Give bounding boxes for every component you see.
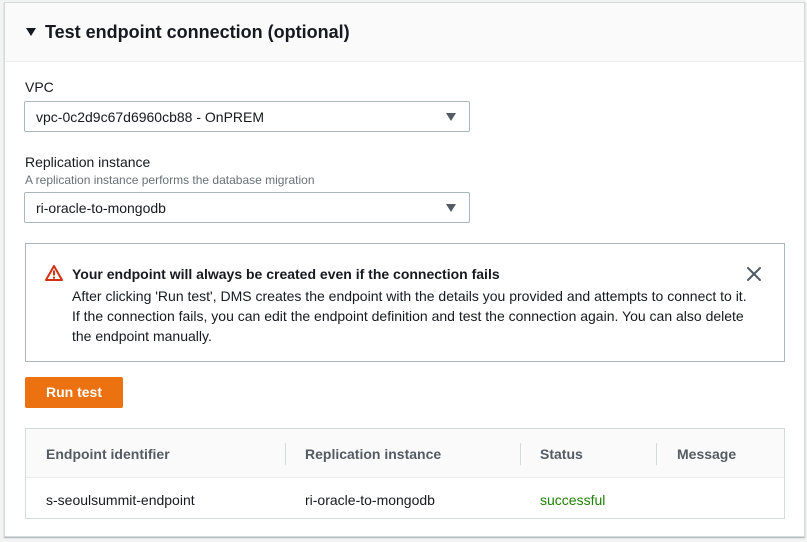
test-endpoint-panel: Test endpoint connection (optional) VPC … [4,2,805,537]
alert-title: Your endpoint will always be created eve… [72,266,500,282]
dropdown-arrow-icon [446,113,456,121]
vpc-select-value: vpc-0c2d9c67d6960cb88 - OnPREM [36,109,265,125]
replication-instance-hint: A replication instance performs the data… [25,173,315,187]
replication-instance-select-value: ri-oracle-to-mongodb [36,200,166,216]
dropdown-arrow-icon [446,204,456,212]
table-header: Endpoint identifier Replication instance… [26,429,784,478]
status-badge: successful [540,492,606,508]
column-divider [285,443,286,465]
column-header-endpoint-identifier[interactable]: Endpoint identifier [46,446,170,462]
column-header-replication-instance[interactable]: Replication instance [305,446,441,462]
warning-icon [45,265,63,281]
vpc-label: VPC [25,79,54,95]
panel-header[interactable]: Test endpoint connection (optional) [5,3,804,62]
column-divider [656,443,657,465]
column-header-status[interactable]: Status [540,446,583,462]
close-icon[interactable] [746,266,762,282]
results-table: Endpoint identifier Replication instance… [25,428,785,519]
caret-down-icon[interactable] [26,28,36,36]
replication-instance-select[interactable]: ri-oracle-to-mongodb [24,192,470,223]
panel-title: Test endpoint connection (optional) [45,22,350,42]
column-divider [520,443,521,465]
cell-endpoint-identifier: s-seoulsummit-endpoint [46,492,195,508]
vpc-select[interactable]: vpc-0c2d9c67d6960cb88 - OnPREM [24,101,470,132]
replication-instance-label: Replication instance [25,154,151,170]
cell-replication-instance: ri-oracle-to-mongodb [305,492,435,508]
warning-alert: Your endpoint will always be created eve… [25,243,785,362]
column-header-message[interactable]: Message [677,446,736,462]
run-test-button[interactable]: Run test [25,377,123,408]
alert-body: After clicking 'Run test', DMS creates t… [72,288,747,344]
